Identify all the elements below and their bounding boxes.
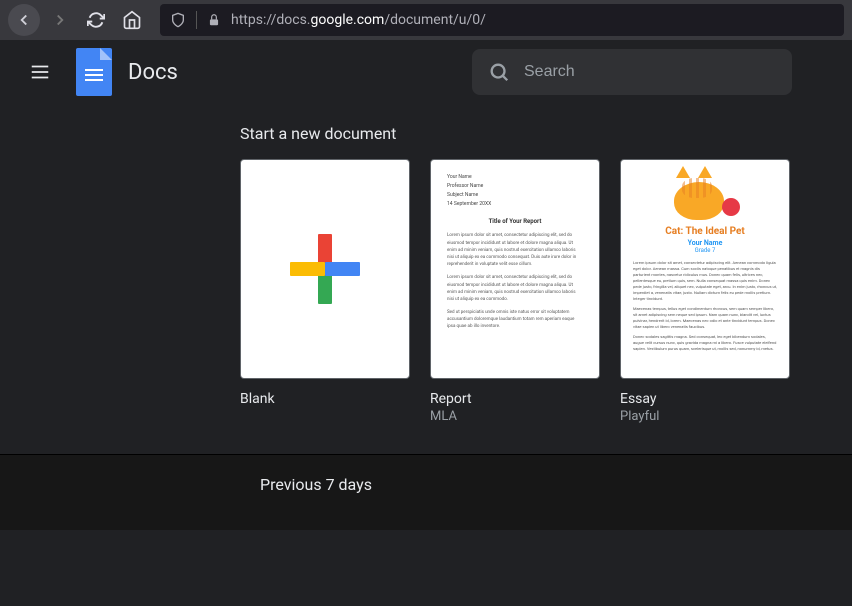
search-input[interactable] [524, 63, 776, 81]
app-title: Docs [128, 60, 178, 85]
template-name: Blank [240, 391, 410, 407]
url-text: https://docs.google.com/document/u/0/ [231, 12, 486, 28]
docs-logo-icon[interactable] [76, 48, 112, 96]
template-report-thumb: Your Name Professor Name Subject Name 14… [430, 159, 600, 379]
recent-title: Previous 7 days [260, 475, 852, 494]
essay-grade: Grade 7 [633, 247, 777, 254]
template-essay-thumb: Cat: The Ideal Pet Your Name Grade 7 Lor… [620, 159, 790, 379]
main-menu-button[interactable] [20, 52, 60, 92]
cat-illustration [670, 170, 740, 220]
template-blank[interactable]: Blank [240, 159, 410, 424]
browser-toolbar: https://docs.google.com/document/u/0/ [0, 0, 852, 40]
template-blank-thumb [240, 159, 410, 379]
reload-button[interactable] [80, 4, 112, 36]
template-report[interactable]: Your Name Professor Name Subject Name 14… [430, 159, 600, 424]
app-header: Docs [0, 40, 852, 104]
divider [196, 11, 197, 29]
template-essay[interactable]: Cat: The Ideal Pet Your Name Grade 7 Lor… [620, 159, 790, 424]
template-row: Blank Your Name Professor Name Subject N… [240, 159, 852, 424]
home-button[interactable] [116, 4, 148, 36]
template-subtitle: MLA [430, 409, 600, 424]
address-bar[interactable]: https://docs.google.com/document/u/0/ [160, 4, 844, 36]
template-name: Essay [620, 391, 790, 407]
search-icon [488, 61, 510, 83]
lock-icon [207, 13, 221, 27]
templates-title: Start a new document [240, 124, 852, 143]
forward-button[interactable] [44, 4, 76, 36]
search-container [472, 49, 792, 95]
plus-icon [290, 234, 360, 304]
essay-title: Cat: The Ideal Pet [633, 226, 777, 237]
essay-byline: Your Name [633, 239, 777, 247]
template-subtitle: Playful [620, 409, 790, 424]
recent-section: Previous 7 days [0, 454, 852, 530]
back-button[interactable] [8, 4, 40, 36]
template-name: Report [430, 391, 600, 407]
shield-icon [170, 12, 186, 28]
templates-section: Start a new document Blank [0, 104, 852, 454]
